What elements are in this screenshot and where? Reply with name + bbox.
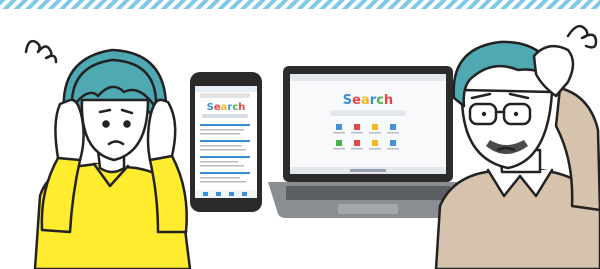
confused-woman xyxy=(24,39,192,269)
shortcut-tile-icon xyxy=(372,124,378,130)
illustration: Search Search xyxy=(0,0,600,269)
shortcut-caption-line xyxy=(369,148,381,150)
shortcut-caption-line xyxy=(333,148,345,150)
man-hand xyxy=(532,44,575,98)
shortcut-tile-icon xyxy=(354,124,360,130)
shortcut-tile-icon xyxy=(336,124,342,130)
smartphone: Search xyxy=(190,72,262,212)
woman-face xyxy=(80,98,150,162)
confused-man xyxy=(434,24,600,269)
shortcut-tile-icon xyxy=(336,140,342,146)
shortcut-tile-icon xyxy=(372,140,378,146)
shortcut-caption-line xyxy=(351,148,363,150)
laptop-search-logo: Search xyxy=(343,93,393,108)
shortcut-caption-line xyxy=(333,132,345,134)
woman-right-hand xyxy=(146,98,177,165)
stress-squiggle-icon xyxy=(24,39,58,64)
phone-search-logo: Search xyxy=(207,102,246,113)
shortcut-tile-icon xyxy=(354,140,360,146)
stress-squiggle-icon xyxy=(566,24,598,49)
illustration-canvas: Search Search xyxy=(0,0,600,269)
shortcut-caption-line xyxy=(369,132,381,134)
striped-banner xyxy=(0,0,600,9)
laptop: Search xyxy=(268,66,468,218)
shortcut-tile-icon xyxy=(390,140,396,146)
shortcut-caption-line xyxy=(387,148,399,150)
woman-left-hand xyxy=(54,98,85,165)
shortcut-tile-icon xyxy=(390,124,396,130)
shortcut-caption-line xyxy=(387,132,399,134)
shortcut-caption-line xyxy=(351,132,363,134)
